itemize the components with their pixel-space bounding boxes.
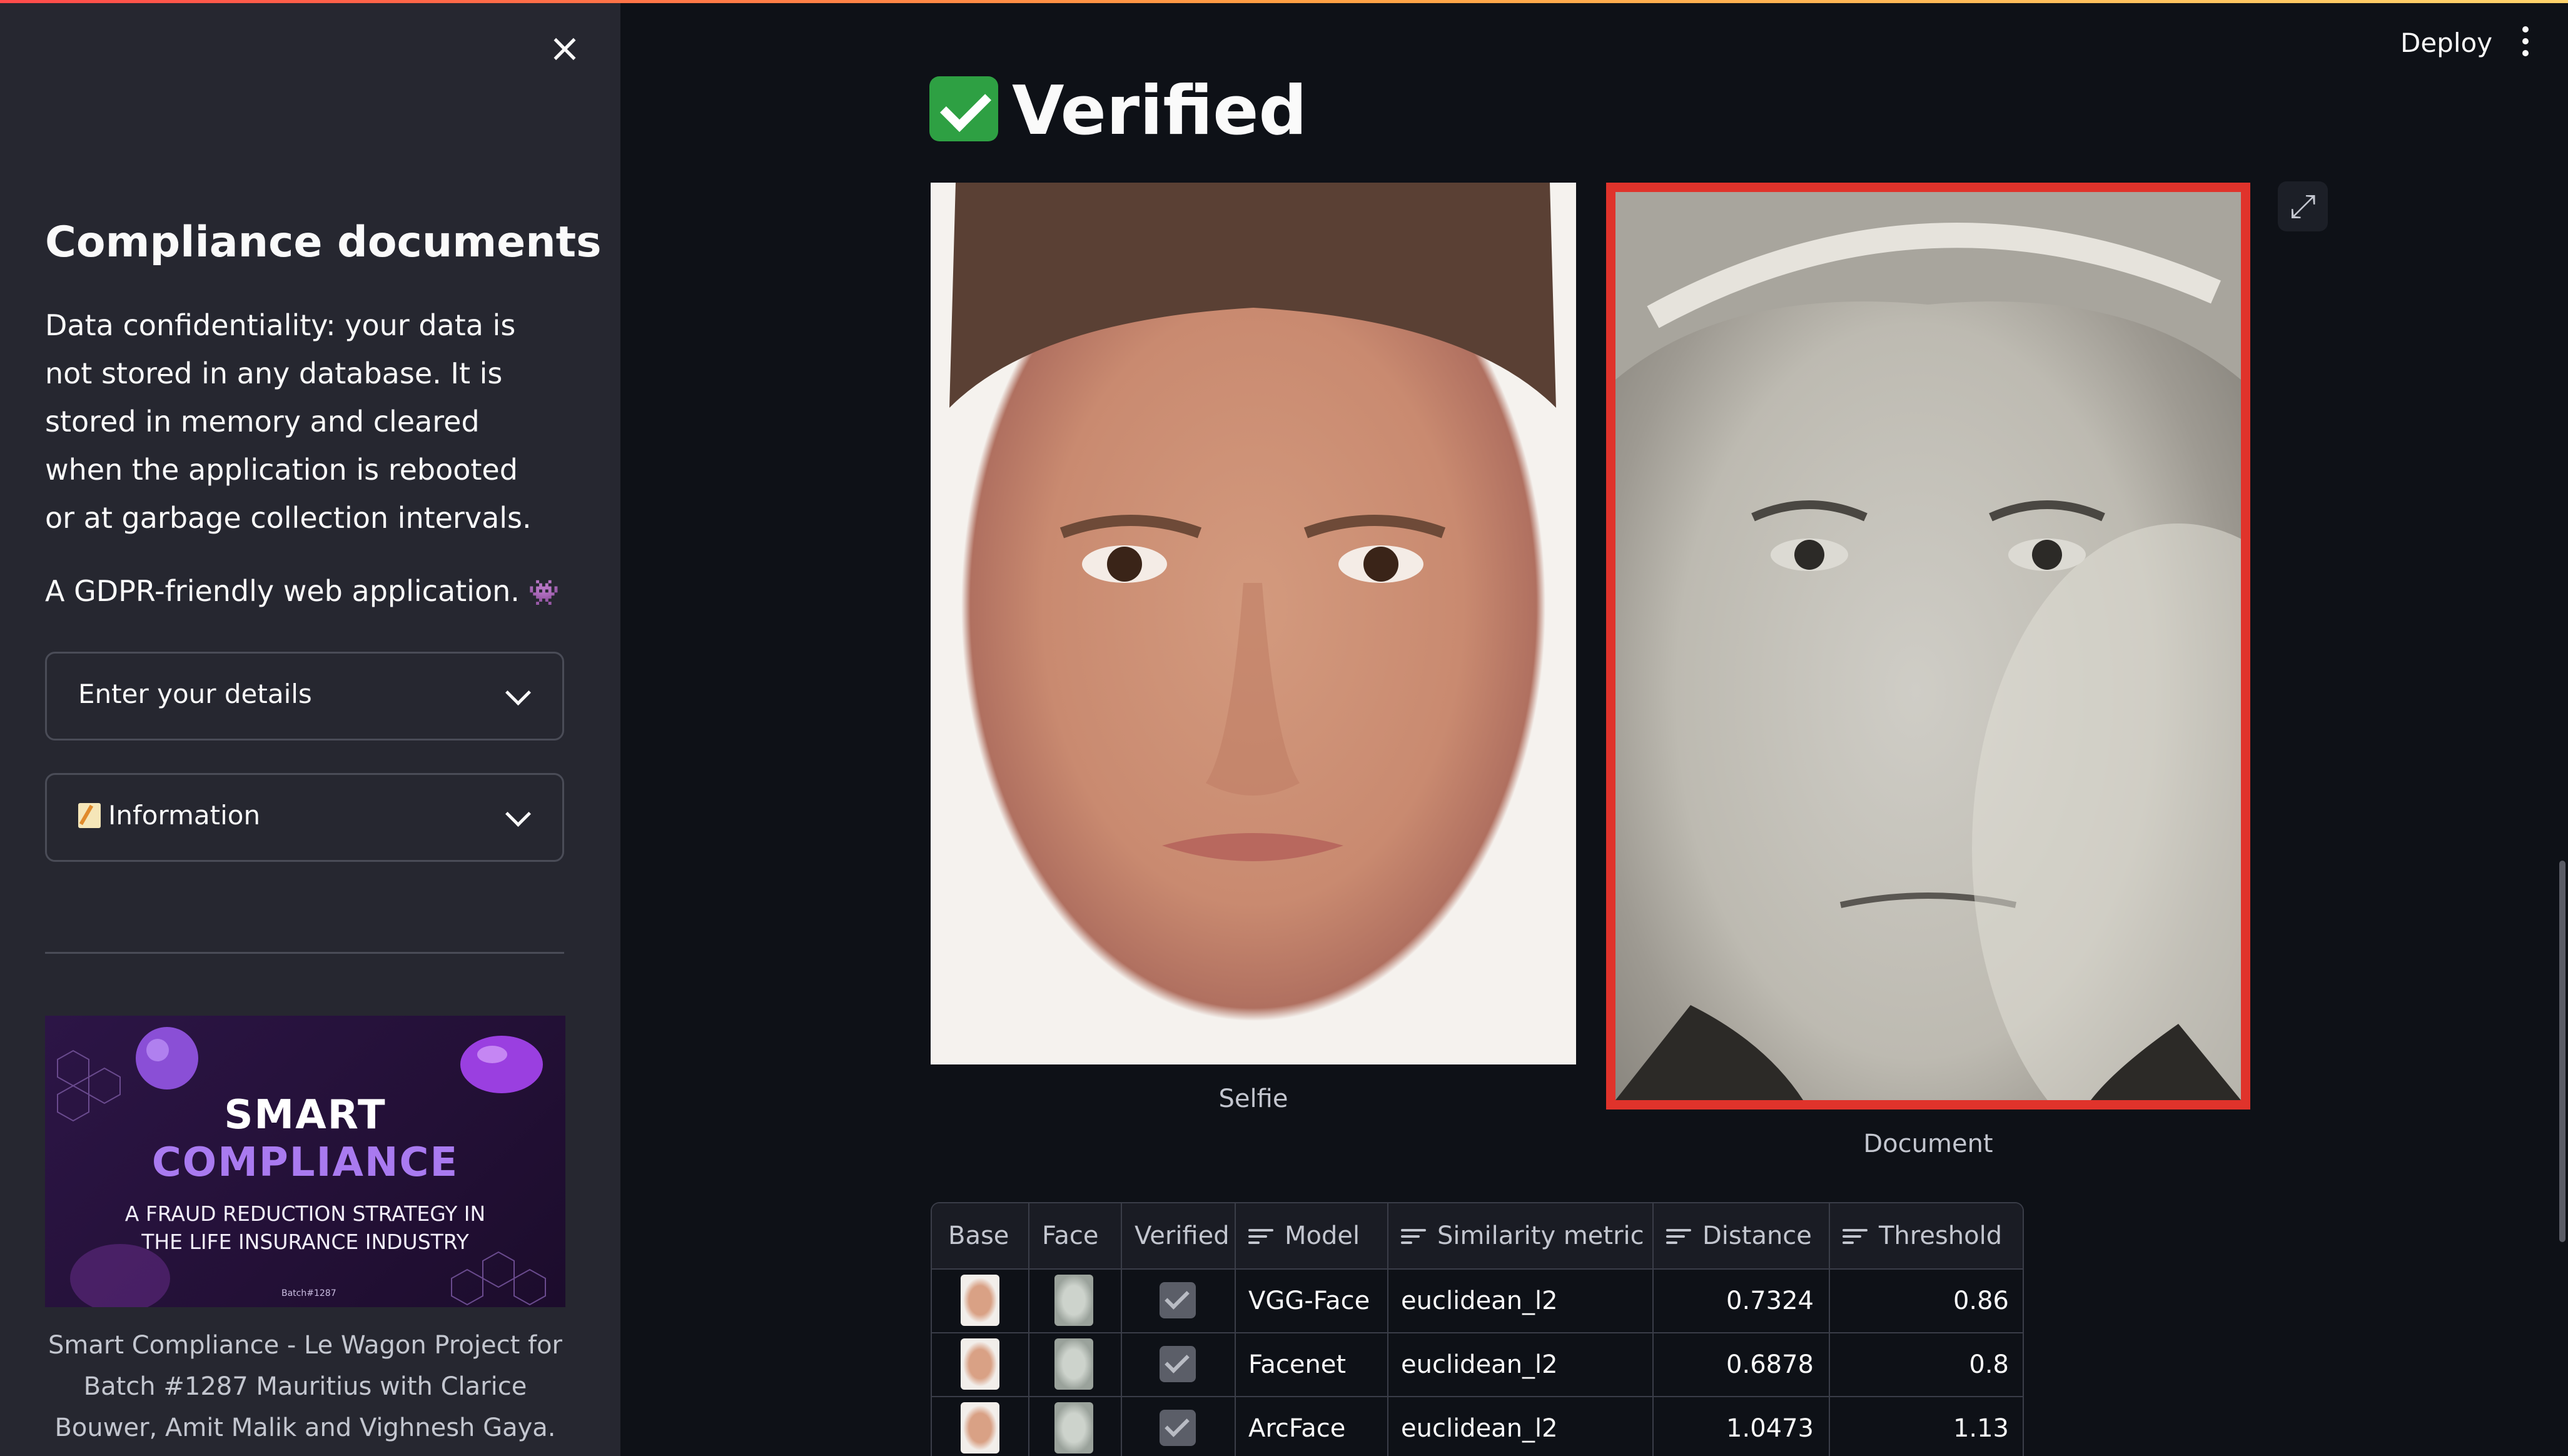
column-header-threshold[interactable]: Threshold bbox=[1843, 1203, 2002, 1268]
verified-checkbox[interactable] bbox=[1160, 1346, 1196, 1382]
distance-cell: 0.7324 bbox=[1726, 1287, 1814, 1315]
selfie-caption: Selfie bbox=[1218, 1084, 1288, 1113]
sidebar-title: Compliance documents bbox=[45, 218, 602, 267]
expander-label: Enter your details bbox=[78, 679, 312, 709]
vertical-dots-icon[interactable] bbox=[2519, 26, 2532, 61]
smart-compliance-banner: SMART COMPLIANCE A FRAUD REDUCTION STRAT… bbox=[45, 1016, 565, 1307]
selfie-image bbox=[931, 183, 1576, 1064]
gdpr-text: A GDPR-friendly web application. bbox=[45, 574, 520, 608]
chevron-down-icon bbox=[505, 679, 532, 706]
sidebar: × Compliance documents Data confidential… bbox=[0, 0, 620, 1456]
confidentiality-text: Data confidentiality: your data is not s… bbox=[45, 308, 532, 535]
expander-label: Information bbox=[78, 800, 260, 831]
text-column-icon bbox=[1401, 1228, 1426, 1245]
banner-subtitle: A FRAUD REDUCTION STRATEGY IN THE LIFE I… bbox=[124, 1201, 486, 1254]
alien-monster-icon: 👾 bbox=[528, 579, 560, 607]
model-cell: Facenet bbox=[1248, 1350, 1347, 1379]
deploy-button[interactable]: Deploy bbox=[2400, 28, 2492, 58]
results-table: Base Face Verified Model Similarity metr… bbox=[931, 1202, 2024, 1456]
metric-cell: euclidean_l2 bbox=[1401, 1414, 1558, 1443]
base-thumbnail bbox=[961, 1275, 999, 1326]
text-column-icon bbox=[1248, 1228, 1273, 1245]
base-thumbnail bbox=[961, 1402, 999, 1453]
column-header-similarity-metric[interactable]: Similarity metric bbox=[1401, 1203, 1644, 1268]
document-image bbox=[1606, 183, 2250, 1110]
text-column-icon bbox=[1666, 1228, 1691, 1245]
face-thumbnail bbox=[1054, 1338, 1093, 1390]
green-check-icon bbox=[929, 76, 998, 141]
model-cell: VGG-Face bbox=[1248, 1287, 1370, 1315]
fullscreen-icon[interactable]: ⤢ bbox=[2278, 181, 2328, 231]
page-scrollbar[interactable] bbox=[2559, 861, 2565, 1242]
column-header-model[interactable]: Model bbox=[1248, 1203, 1360, 1268]
sidebar-divider bbox=[45, 952, 564, 954]
verification-status-title: Verified bbox=[929, 74, 1307, 149]
model-cell: ArcFace bbox=[1248, 1414, 1346, 1443]
column-header-face[interactable]: Face bbox=[1042, 1203, 1098, 1268]
gdpr-line: A GDPR-friendly web application. 👾 bbox=[45, 574, 560, 608]
threshold-cell: 0.8 bbox=[1969, 1350, 2009, 1379]
face-thumbnail bbox=[1054, 1275, 1093, 1326]
metric-cell: euclidean_l2 bbox=[1401, 1287, 1558, 1315]
top-decoration-bar bbox=[0, 0, 2568, 3]
document-caption: Document bbox=[1863, 1130, 1993, 1158]
document-face-drawing bbox=[1615, 192, 2241, 1100]
memo-icon bbox=[78, 803, 101, 828]
verified-checkbox[interactable] bbox=[1160, 1282, 1196, 1318]
chevron-down-icon bbox=[505, 801, 532, 827]
banner-caption: Smart Compliance - Le Wagon Project for … bbox=[48, 1331, 562, 1442]
selfie-face-drawing bbox=[949, 183, 1556, 861]
banner-line-2: COMPLIANCE bbox=[151, 1140, 459, 1186]
text-column-icon bbox=[1843, 1228, 1868, 1245]
expander-enter-details[interactable]: Enter your details bbox=[45, 652, 564, 741]
expander-information[interactable]: Information bbox=[45, 773, 564, 862]
column-header-base[interactable]: Base bbox=[948, 1203, 1009, 1268]
verified-checkbox[interactable] bbox=[1160, 1410, 1196, 1446]
column-header-verified[interactable]: Verified bbox=[1135, 1203, 1230, 1268]
close-sidebar-button[interactable]: × bbox=[543, 26, 587, 70]
banner-batch: Batch#1287 bbox=[281, 1288, 336, 1298]
threshold-cell: 0.86 bbox=[1953, 1287, 2009, 1315]
threshold-cell: 1.13 bbox=[1953, 1414, 2009, 1443]
column-header-distance[interactable]: Distance bbox=[1666, 1203, 1812, 1268]
distance-cell: 1.0473 bbox=[1726, 1414, 1814, 1443]
banner-line-1: SMART bbox=[224, 1092, 387, 1138]
metric-cell: euclidean_l2 bbox=[1401, 1350, 1558, 1379]
base-thumbnail bbox=[961, 1338, 999, 1390]
face-thumbnail bbox=[1054, 1402, 1093, 1453]
distance-cell: 0.6878 bbox=[1726, 1350, 1814, 1379]
